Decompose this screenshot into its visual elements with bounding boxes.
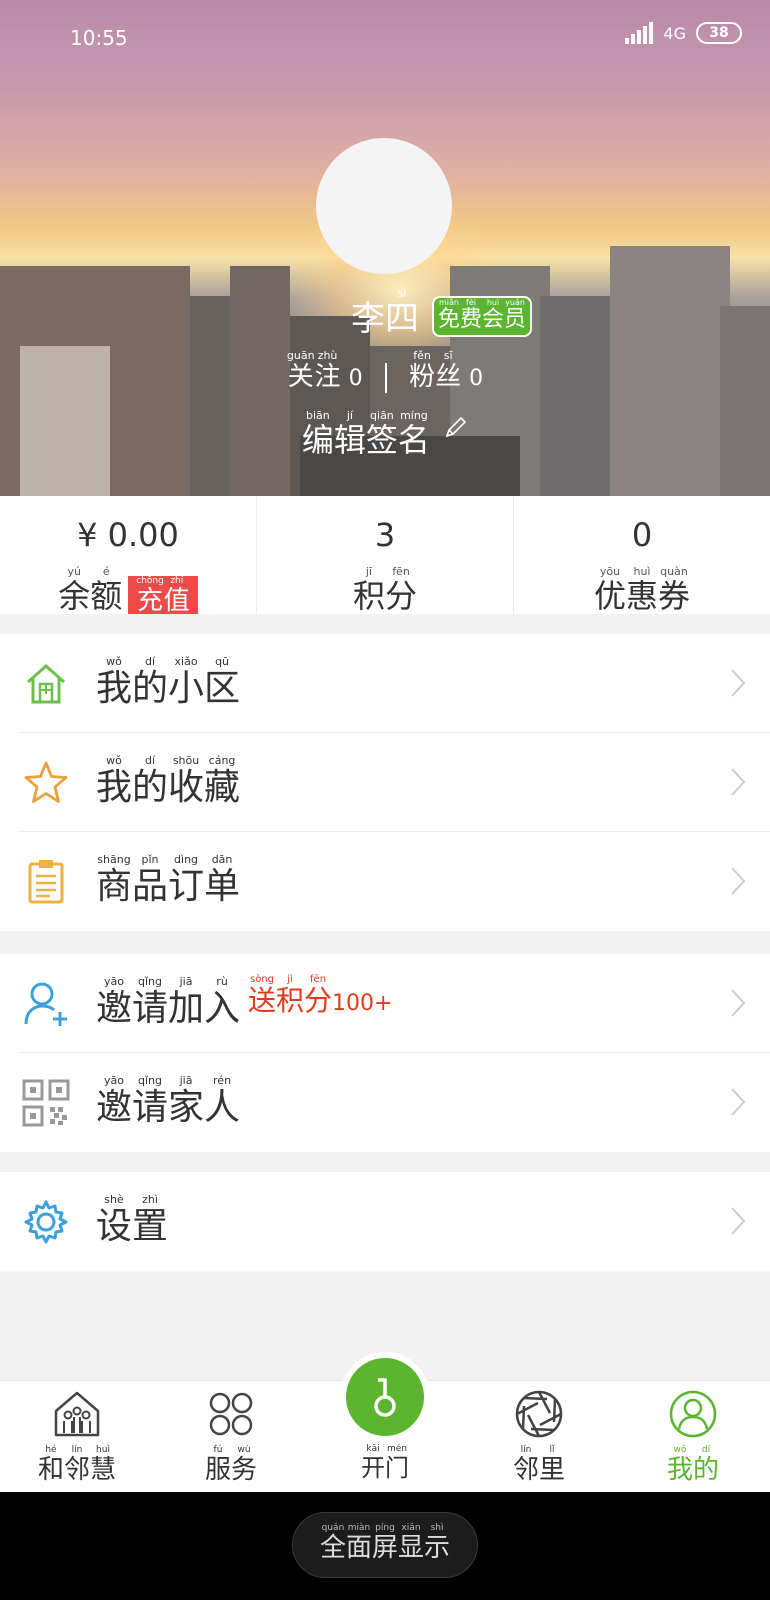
menu-group-main: 我wǒ的dí小xiǎo区qū 我wǒ的dí收shōu藏cáng 商shāng品p… — [0, 634, 770, 931]
coupons-stat[interactable]: 0 优yōu惠huì券quàn — [514, 496, 770, 614]
menu-label: 商shāng品pǐn订dìng单dān — [96, 853, 241, 907]
community-icon — [54, 1391, 100, 1437]
star-icon — [24, 761, 68, 803]
nav-tab-services[interactable]: 服fú务wù — [154, 1381, 308, 1493]
nav-tab-neighbors[interactable]: 邻lín里lǐ — [462, 1381, 616, 1493]
menu-item-my-community[interactable]: 我wǒ的dí小xiǎo区qū — [18, 634, 770, 733]
aperture-icon — [515, 1390, 563, 1438]
balance-value: ¥ 0.00 — [77, 516, 179, 554]
user-name: 李四sì — [351, 287, 419, 339]
add-user-icon — [24, 982, 67, 1026]
system-nav-bar: 全quán面miàn屏píng显xiǎn示shì — [0, 1492, 770, 1600]
coupons-label: 优yōu惠huì券quàn — [593, 565, 691, 614]
menu-label: 我wǒ的dí收shōu藏cáng — [96, 754, 241, 808]
menu-group-invite: 邀yāo请qǐng加jiā入rù 送sòng积jì分fēn100+ 邀yāo请q… — [0, 954, 770, 1152]
invite-promo-amount: 100+ — [332, 991, 393, 1016]
chevron-right-icon — [731, 669, 746, 697]
menu-label: 我wǒ的dí小xiǎo区qū — [96, 655, 241, 709]
clipboard-icon — [28, 860, 64, 904]
key-icon — [374, 1378, 396, 1417]
profile-header: 10:55 4G 38 李四sì 免miǎn费fèi会huì员yuán 关guā… — [0, 0, 770, 496]
fullscreen-button[interactable]: 全quán面miàn屏píng显xiǎn示shì — [292, 1512, 478, 1578]
status-bar: 10:55 4G 38 — [0, 0, 770, 70]
points-label: 积jī分fēn — [352, 565, 418, 614]
following-count: 0 — [348, 366, 363, 391]
fans-count: 0 — [469, 366, 484, 391]
following-link[interactable]: 关guān注zhù0 — [287, 349, 371, 392]
menu-label: 邀yāo请qǐng家jiā人rén — [96, 1074, 241, 1128]
chevron-right-icon — [731, 867, 746, 895]
menu-group-settings: 设shè置zhì — [0, 1172, 770, 1271]
pencil-icon — [445, 416, 467, 438]
stats-bar: ¥ 0.00 余yú额é充chōng值zhí 3 积jī分fēn 0 优yōu惠… — [0, 496, 770, 614]
network-type: 4G — [663, 23, 686, 43]
menu-item-invite-family[interactable]: 邀yāo请qǐng家jiā人rén — [18, 1053, 770, 1152]
gear-icon — [24, 1200, 68, 1244]
invite-promo: 送sòng积jì分fēn100+ — [248, 974, 393, 1017]
nav-label: 服fú务wù — [204, 1445, 258, 1485]
nav-label: 邻lín里lǐ — [512, 1445, 566, 1485]
divider — [384, 362, 387, 393]
house-icon — [27, 663, 65, 704]
edit-signature-button[interactable]: 编biān辑jí签qiān名míng — [0, 409, 770, 461]
open-door-button[interactable] — [340, 1352, 430, 1442]
edit-signature-label: 编biān辑jí签qiān名míng — [301, 409, 430, 459]
coupons-value: 0 — [631, 516, 653, 554]
menu-item-orders[interactable]: 商shāng品pǐn订dìng单dān — [18, 832, 770, 931]
points-stat[interactable]: 3 积jī分fēn — [257, 496, 514, 614]
menu-item-my-favorites[interactable]: 我wǒ的dí收shōu藏cáng — [18, 733, 770, 832]
chevron-right-icon — [731, 1207, 746, 1235]
points-value: 3 — [374, 516, 396, 554]
menu-item-settings[interactable]: 设shè置zhì — [18, 1172, 770, 1271]
menu-item-invite-join[interactable]: 邀yāo请qǐng加jiā入rù 送sòng积jì分fēn100+ — [18, 954, 770, 1053]
vip-badge[interactable]: 免miǎn费fèi会huì员yuán — [432, 296, 533, 337]
chevron-right-icon — [731, 1088, 746, 1116]
fans-link[interactable]: 粉fěn丝sī0 — [409, 349, 484, 392]
status-time: 10:55 — [70, 26, 128, 50]
services-icon — [209, 1392, 253, 1436]
nav-tab-home[interactable]: 和hé邻lín慧huì — [0, 1381, 154, 1493]
open-door-label: 开kāi门mén — [361, 1444, 409, 1482]
menu-label: 设shè置zhì — [96, 1193, 169, 1247]
avatar[interactable] — [316, 138, 452, 274]
menu-label: 邀yāo请qǐng加jiā入rù — [96, 975, 241, 1029]
signal-icon — [625, 22, 654, 44]
qr-code-icon — [22, 1079, 70, 1127]
chevron-right-icon — [731, 768, 746, 796]
user-icon — [669, 1390, 717, 1438]
chevron-right-icon — [731, 989, 746, 1017]
nav-tab-mine[interactable]: 我wǒ的dí — [616, 1381, 770, 1493]
nav-label: 和hé邻lín慧huì — [37, 1445, 117, 1485]
nav-label: 我wǒ的dí — [666, 1445, 720, 1485]
battery-indicator: 38 — [696, 22, 742, 44]
recharge-button[interactable]: 充chōng值zhí — [128, 576, 198, 614]
balance-stat[interactable]: ¥ 0.00 余yú额é充chōng值zhí — [0, 496, 257, 614]
balance-label: 余yú额é — [58, 565, 123, 614]
